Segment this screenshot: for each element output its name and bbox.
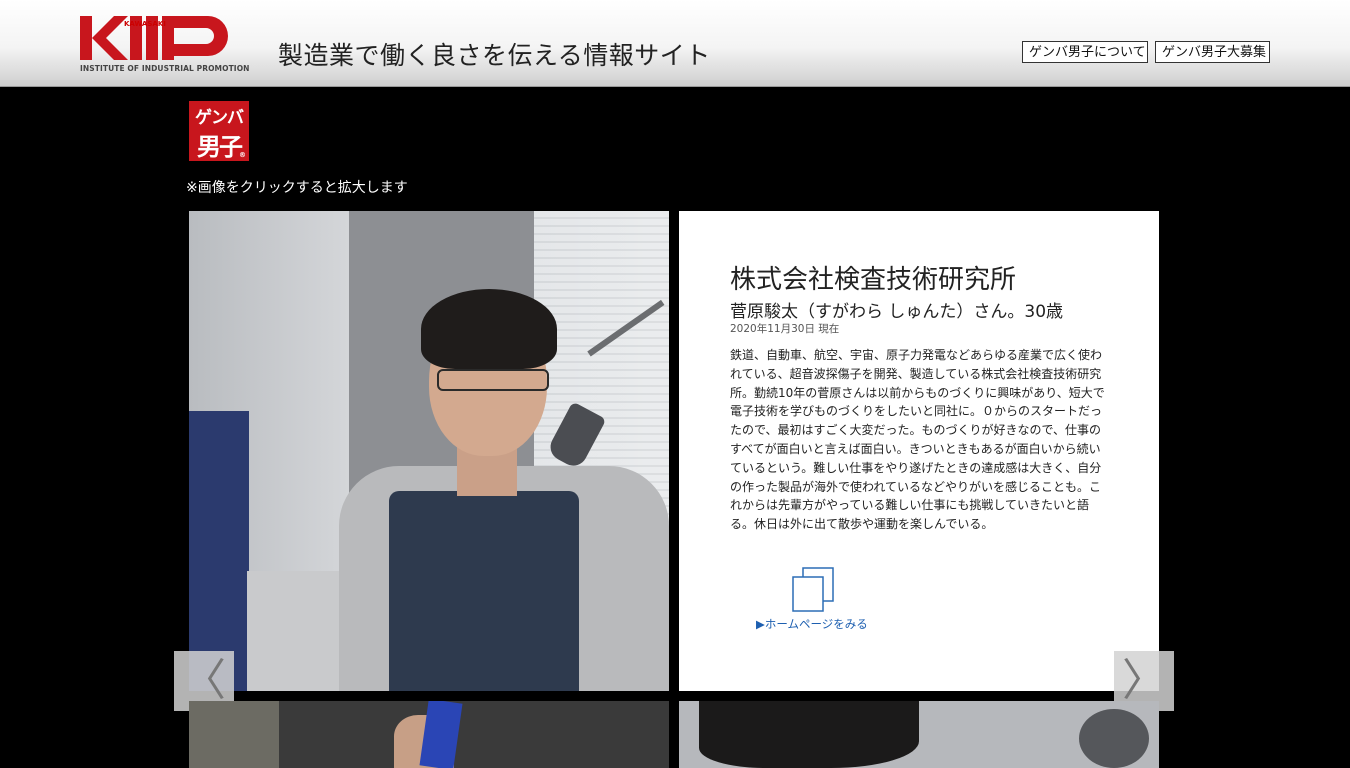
site-header: KAWASAKI INSTITUTE OF INDUSTRIAL PROMOTI… [0,0,1350,87]
enlarge-note: ※画像をクリックすると拡大します [186,180,408,196]
gallery-thumbnail-2[interactable] [679,701,1159,768]
genba-danshi-badge: ゲンバ 男子 ® [189,101,249,161]
about-button[interactable]: ゲンバ男子について [1022,41,1148,63]
profile-photo[interactable] [189,211,669,691]
recruit-button[interactable]: ゲンバ男子大募集 [1155,41,1270,63]
gallery-thumbnail-1[interactable] [189,701,669,768]
badge-registered: ® [239,151,246,159]
profile-date: 2020年11月30日 現在 [730,323,840,335]
chevron-right-icon: 〉 [1122,655,1166,706]
company-name: 株式会社検査技術研究所 [730,265,1017,295]
external-window-icon[interactable] [791,567,835,613]
profile-info-panel: 株式会社検査技術研究所 菅原駿太（すがわら しゅんた）さん。30歳 2020年1… [679,211,1159,691]
homepage-link[interactable]: ▶ホームページをみる [756,616,868,632]
badge-line1: ゲンバ [195,108,244,128]
logo-subtitle: INSTITUTE OF INDUSTRIAL PROMOTION [80,64,250,73]
site-title: 製造業で働く良さを伝える情報サイト [278,41,711,70]
profile-description: 鉄道、自動車、航空、宇宙、原子力発電などあらゆる産業で広く使われている、超音波探… [730,348,1105,532]
chevron-left-icon: 〈 [182,655,226,706]
kiip-logo[interactable]: KAWASAKI INSTITUTE OF INDUSTRIAL PROMOTI… [80,14,249,74]
logo-kawasaki-text: KAWASAKI [124,20,166,28]
person-name: 菅原駿太（すがわら しゅんた）さん。30歳 [730,302,1064,322]
